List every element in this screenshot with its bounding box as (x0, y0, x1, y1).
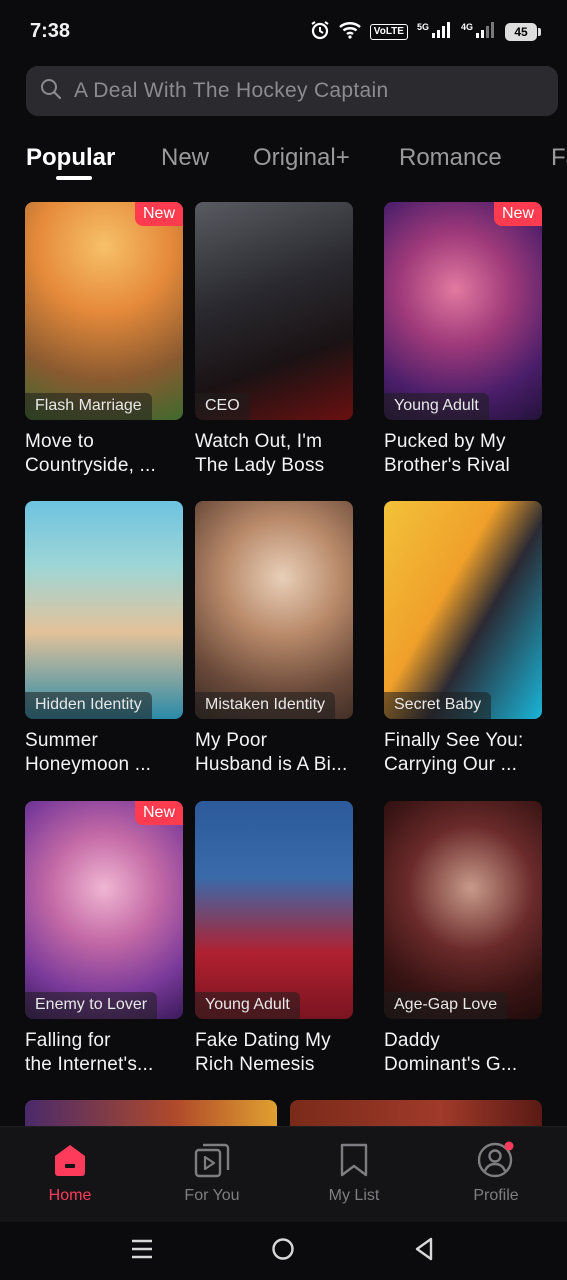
network-4g-label: 4G (460, 22, 473, 32)
nav-for-you[interactable]: For You (162, 1141, 262, 1205)
for-you-icon (162, 1141, 262, 1179)
genre-label: Age-Gap Love (384, 992, 508, 1019)
nav-home-label: Home (48, 1187, 92, 1204)
drama-card[interactable]: CEO Watch Out, I'm The Lady Boss (195, 202, 353, 478)
drama-cover[interactable]: Age-Gap Love (384, 801, 542, 1019)
signal-icon-2 (476, 21, 496, 43)
genre-label: Secret Baby (384, 692, 492, 719)
cover-image (195, 501, 353, 719)
home-icon (20, 1141, 120, 1179)
search-icon (40, 78, 62, 105)
drama-cover[interactable]: New Flash Marriage (25, 202, 183, 420)
drama-cover[interactable]: New Enemy to Lover (25, 801, 183, 1019)
cover-image (195, 801, 353, 1019)
drama-card[interactable]: Mistaken Identity My Poor Husband is A B… (195, 501, 353, 777)
system-navigation-bar (0, 1222, 567, 1280)
genre-label: Hidden Identity (25, 692, 152, 719)
drama-card[interactable]: Young Adult Fake Dating My Rich Nemesis (195, 801, 353, 1077)
nav-profile[interactable]: Profile (446, 1141, 546, 1205)
new-badge: New (134, 801, 183, 825)
tab-original-plus[interactable]: Original+ (253, 144, 350, 172)
volte-badge: VoLTE (369, 24, 408, 40)
network-5g-label: 5G (416, 22, 429, 32)
drama-cover[interactable]: Young Adult (195, 801, 353, 1019)
cover-image (25, 202, 183, 420)
tab-popular[interactable]: Popular (26, 144, 115, 172)
drama-title[interactable]: Finally See You: Carrying Our ... (384, 729, 542, 777)
drama-title[interactable]: Falling for the Internet's... (25, 1029, 183, 1077)
back-button[interactable] (409, 1236, 439, 1266)
cover-image (25, 501, 183, 719)
drama-cover[interactable]: New Young Adult (384, 202, 542, 420)
alarm-icon (310, 20, 330, 45)
cover-image (384, 202, 542, 420)
drama-title[interactable]: Pucked by My Brother's Rival (384, 430, 542, 478)
genre-label: CEO (195, 393, 250, 420)
new-badge: New (134, 202, 183, 226)
drama-title[interactable]: Fake Dating My Rich Nemesis (195, 1029, 353, 1077)
genre-label: Young Adult (195, 992, 300, 1019)
wifi-icon (338, 21, 361, 44)
cover-image (384, 501, 542, 719)
home-button[interactable] (268, 1236, 298, 1266)
status-time: 7:38 (30, 20, 71, 42)
drama-title[interactable]: Move to Countryside, ... (25, 430, 183, 478)
cover-image (195, 202, 353, 420)
nav-profile-label: Profile (473, 1187, 519, 1204)
nav-my-list[interactable]: My List (304, 1141, 404, 1205)
bookmark-icon (304, 1141, 404, 1179)
new-badge: New (493, 202, 542, 226)
drama-title[interactable]: Daddy Dominant's G... (384, 1029, 542, 1077)
drama-cover[interactable]: CEO (195, 202, 353, 420)
category-tabs: Popular New Original+ Romance Fa (26, 140, 567, 184)
cover-image (25, 801, 183, 1019)
battery-icon: 45 (505, 23, 541, 41)
genre-label: Enemy to Lover (25, 992, 158, 1019)
drama-cover-partial[interactable] (25, 1100, 277, 1126)
drama-card[interactable]: New Enemy to Lover Falling for the Inter… (25, 801, 183, 1077)
search-input[interactable]: A Deal With The Hockey Captain (74, 79, 388, 103)
nav-home[interactable]: Home (20, 1141, 120, 1205)
drama-title[interactable]: My Poor Husband is A Bi... (195, 729, 353, 777)
genre-label: Flash Marriage (25, 393, 152, 420)
drama-cover[interactable]: Secret Baby (384, 501, 542, 719)
tab-new[interactable]: New (161, 144, 209, 172)
drama-card[interactable]: New Young Adult Pucked by My Brother's R… (384, 202, 542, 478)
notification-dot (504, 1141, 514, 1151)
drama-card[interactable]: Age-Gap Love Daddy Dominant's G... (384, 801, 542, 1077)
recent-apps-button[interactable] (127, 1236, 157, 1266)
drama-card[interactable]: Hidden Identity Summer Honeymoon ... (25, 501, 183, 777)
menu-icon (131, 1238, 153, 1265)
tab-romance[interactable]: Romance (399, 144, 502, 172)
genre-label: Young Adult (384, 393, 489, 420)
status-icons: VoLTE 5G 4G 45 (310, 20, 541, 45)
bottom-navigation: Home For You My List Profile (0, 1126, 567, 1222)
drama-title[interactable]: Summer Honeymoon ... (25, 729, 183, 777)
genre-label: Mistaken Identity (195, 692, 336, 719)
drama-cover[interactable]: Hidden Identity (25, 501, 183, 719)
status-bar: 7:38 VoLTE 5G 4G 45 (0, 0, 567, 62)
tab-fantasy[interactable]: Fa (551, 144, 567, 172)
profile-icon (446, 1141, 546, 1179)
circle-icon (271, 1237, 295, 1266)
search-bar[interactable]: A Deal With The Hockey Captain (26, 66, 558, 116)
nav-my-list-label: My List (328, 1187, 380, 1204)
drama-cover[interactable]: Mistaken Identity (195, 501, 353, 719)
drama-title[interactable]: Watch Out, I'm The Lady Boss (195, 430, 353, 478)
drama-cover-partial[interactable] (290, 1100, 542, 1126)
signal-icon (431, 21, 452, 43)
drama-card[interactable]: New Flash Marriage Move to Countryside, … (25, 202, 183, 478)
cover-image (384, 801, 542, 1019)
nav-for-you-label: For You (184, 1187, 240, 1204)
drama-card[interactable]: Secret Baby Finally See You: Carrying Ou… (384, 501, 542, 777)
back-triangle-icon (413, 1237, 435, 1266)
active-tab-indicator (56, 176, 92, 180)
